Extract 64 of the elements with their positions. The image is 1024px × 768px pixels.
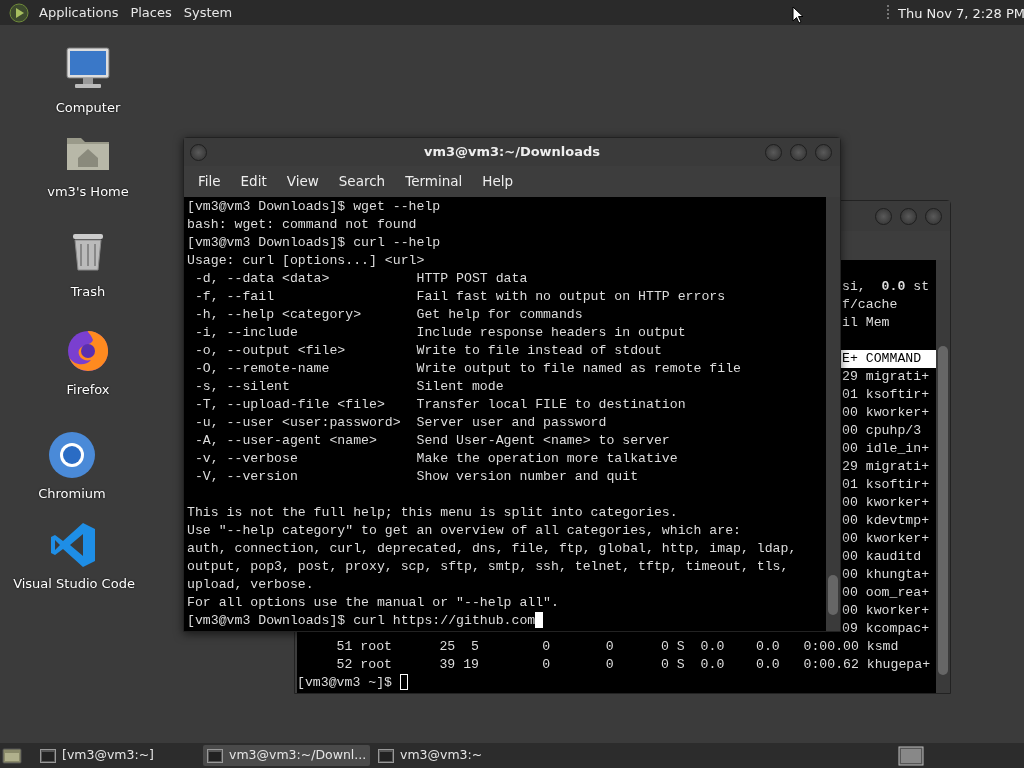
desktop-icon-label[interactable]: Visual Studio Code — [13, 574, 135, 594]
desktop-icon-label[interactable]: Computer — [55, 98, 121, 118]
terminal-line: 00 kworker+ — [841, 530, 931, 548]
terminal-line: [vm3@vm3 Downloads]$ curl --help — [187, 234, 442, 252]
terminal-line: -v, --verbose Make the operation more talkative — [193, 450, 679, 468]
terminal-line: upload, verbose. — [187, 576, 315, 594]
terminal-line: 00 kauditd — [841, 548, 923, 566]
menu-item[interactable]: Search — [328, 170, 396, 192]
terminal-line: auth, connection, curl, deprecated, dns, file, ftp, global, http, imap, ldap, — [187, 540, 798, 558]
menu-item[interactable]: Help — [472, 170, 524, 192]
panel-menu[interactable]: System — [177, 2, 239, 23]
menu-item[interactable]: Edit — [230, 170, 277, 192]
terminal-line: 52 root 39 19 0 0 0 S 0.0 0.0 0:00.62 khugepa+ — [335, 656, 931, 674]
terminal-line: -V, --version Show version number and quit — [193, 468, 640, 486]
clock[interactable]: Thu Nov 7, 2:28 PM — [898, 4, 1024, 24]
window-title: vm3@vm3:~/Downloads — [423, 143, 601, 162]
terminal-line: -o, --output <file> Write to file instead of stdout — [193, 342, 663, 360]
terminal-line: 00 oom_rea+ — [841, 584, 931, 602]
menu-item[interactable]: File — [188, 170, 231, 192]
terminal-line: 00 idle_in+ — [841, 440, 931, 458]
terminal-line: 00 kdevtmp+ — [841, 512, 931, 530]
desktop-icon-label[interactable]: Trash — [70, 282, 106, 302]
terminal-line: output, pop3, post, proxy, scp, sftp, smtp, ssh, telnet, tftp, timeout, tls, — [187, 558, 790, 576]
taskbar-button[interactable]: vm3@vm3:~/Downl... — [203, 745, 370, 766]
terminal-prompt: [vm3@vm3 ~]$ — [297, 674, 393, 692]
terminal-line: For all options use the manual or "--help all". — [187, 594, 560, 612]
terminal-line: 01 ksoftir+ — [841, 386, 931, 404]
terminal-line: -f, --fail Fail fast with no output on HTTP errors — [193, 288, 727, 306]
desktop-icon-label[interactable]: vm3's Home — [47, 182, 129, 202]
menu-item[interactable]: View — [276, 170, 329, 192]
panel-menu[interactable]: Applications — [33, 2, 125, 23]
terminal-line: 51 root 25 5 0 0 0 S 0.0 0.0 0:00.00 ksmd — [335, 638, 899, 656]
terminal-line: 29 migrati+ — [841, 458, 931, 476]
terminal-line: -i, --include Include response headers in output — [193, 324, 687, 342]
terminal-line: This is not the full help; this menu is split into categories. — [187, 504, 679, 522]
terminal-line: 00 cpuhp/3 — [841, 422, 923, 440]
terminal-line: si, 0.0 st — [841, 278, 931, 296]
panel-menu[interactable]: Places — [124, 2, 178, 23]
terminal-line: 00 kworker+ — [841, 602, 931, 620]
desktop-icon-label[interactable]: Firefox — [66, 380, 110, 400]
terminal-line: -u, --user <user:password> Server user and password — [193, 414, 608, 432]
terminal-line: Usage: curl [options...] <url> — [187, 252, 426, 270]
menu-item[interactable]: Terminal — [395, 170, 473, 192]
terminal-line: -d, --data <data> HTTP POST data — [193, 270, 529, 288]
terminal-line: -O, --remote-name Write output to file named as remote file — [193, 360, 742, 378]
taskbar-button[interactable]: [vm3@vm3:~] — [36, 745, 196, 766]
terminal-line: -s, --silent Silent mode — [193, 378, 505, 396]
terminal-line: -T, --upload-file <file> Transfer local FILE to destination — [193, 396, 687, 414]
terminal-line: 09 kcompac+ — [841, 620, 931, 638]
terminal-line: bash: wget: command not found — [187, 216, 418, 234]
terminal-prompt: [vm3@vm3 Downloads]$ curl https://github.com — [187, 612, 536, 630]
desktop-icon-label[interactable]: Chromium — [38, 484, 106, 504]
terminal-line: [vm3@vm3 Downloads]$ wget --help — [187, 198, 442, 216]
terminal-line: Use "--help category" to get an overview of all categories, which are: — [187, 522, 742, 540]
terminal-line: -h, --help <category> Get help for commands — [193, 306, 584, 324]
terminal-line: -A, --user-agent <name> Send User-Agent <name> to server — [193, 432, 671, 450]
terminal-line: 00 kworker+ — [841, 494, 931, 512]
terminal-line: il Mem — [841, 314, 891, 332]
terminal-line: 00 kworker+ — [841, 404, 931, 422]
terminal-line: 29 migrati+ — [841, 368, 931, 386]
terminal-line: f/cache — [841, 296, 899, 314]
terminal-line: 00 khungta+ — [841, 566, 931, 584]
terminal-line: 01 ksoftir+ — [841, 476, 931, 494]
taskbar-button[interactable]: vm3@vm3:~ — [374, 745, 544, 766]
